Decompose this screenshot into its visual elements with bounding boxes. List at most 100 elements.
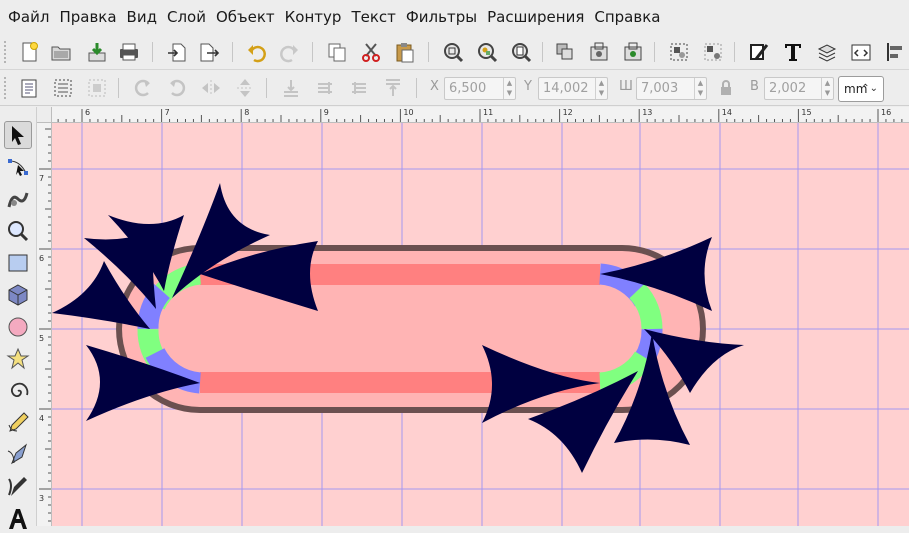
zoom-page-button[interactable] [508,39,534,65]
horizontal-ruler[interactable]: 6 7 8 9 10 11 12 13 14 15 16 [52,107,909,123]
ungroup-icon [704,43,722,61]
paste-button[interactable] [392,39,418,65]
menu-text[interactable]: Текст [347,0,401,34]
toolbar-grip[interactable] [4,41,10,63]
ungroup-button[interactable] [700,39,726,65]
layers-button[interactable] [814,39,840,65]
print-button[interactable] [116,39,142,65]
y-spin-arrows[interactable]: ▲ ▼ [595,78,607,99]
zoom-selection-button[interactable] [440,39,466,65]
selector-tool[interactable] [4,121,32,149]
select-all-layers-button[interactable] [50,75,76,101]
raise-to-top-icon [386,79,400,96]
flip-horizontal-button[interactable] [198,75,224,101]
ruler-label: 5 [39,334,44,343]
ruler-label: 16 [881,108,891,117]
spiral-tool[interactable] [4,377,32,405]
vertical-ruler[interactable]: 7 6 5 4 3 [37,123,52,526]
toolbar-grip[interactable] [4,77,10,99]
fill-stroke-icon [750,44,769,60]
zoom-tool[interactable] [4,217,32,245]
flip-vertical-button[interactable] [232,75,258,101]
height-spin-arrows[interactable]: ▲ ▼ [821,78,833,99]
import-file-button[interactable] [164,39,190,65]
zoom-icon [8,221,29,242]
ellipse-tool[interactable] [4,313,32,341]
raise-button[interactable] [346,75,372,101]
unit-select[interactable]: mm ⌃⌄ [838,76,884,102]
menu-view[interactable]: Вид [123,0,163,34]
x-input[interactable]: 6,500 ▲ ▼ [444,77,516,100]
export-button[interactable] [196,39,222,65]
width-value: 7,003 [641,81,679,96]
import-button[interactable] [84,39,110,65]
select-all-icon [21,79,37,98]
tool-controls-toolbar: X 6,500 ▲ ▼ Y 14,002 ▲ ▼ Ш 7,003 ▲ ▼ В 2,002 ▲ ▼… [0,70,909,106]
rotate-ccw-button[interactable] [130,75,156,101]
drawing-svg[interactable] [52,123,909,526]
menu-path[interactable]: Контур [281,0,348,34]
deselect-icon [88,79,106,97]
unlink-clone-button[interactable] [620,39,646,65]
rectangle-icon [8,254,28,272]
lower-to-bottom-button[interactable] [278,75,304,101]
spiral-icon [10,382,29,397]
rotate-ccw-icon [134,79,150,97]
duplicate-button[interactable] [552,39,578,65]
group-icon [670,43,688,61]
align-distribute-button[interactable] [882,39,908,65]
select-all-button[interactable] [16,75,42,101]
node-tool[interactable] [4,153,32,181]
menu-edit[interactable]: Правка [55,0,122,34]
width-spin-arrows[interactable]: ▲ ▼ [694,78,706,99]
tweak-tool[interactable] [4,185,32,213]
menu-extensions[interactable]: Расширения [483,0,590,34]
copy-button[interactable] [324,39,350,65]
ruler-label: 10 [403,108,413,117]
open-button[interactable] [48,39,74,65]
lower-button[interactable] [312,75,338,101]
calligraphy-icon [8,477,27,496]
menu-layer[interactable]: Слой [163,0,212,34]
menu-filters[interactable]: Фильтры [402,0,483,34]
height-input[interactable]: 2,002 ▲ ▼ [764,77,834,100]
drawing-canvas[interactable] [52,123,909,526]
copy-icon [328,43,346,62]
menu-help[interactable]: Справка [590,0,666,34]
3d-box-tool[interactable] [4,281,32,309]
printer-icon [120,43,138,61]
raise-to-top-button[interactable] [380,75,406,101]
calligraphy-tool[interactable] [4,473,32,501]
width-input[interactable]: 7,003 ▲ ▼ [636,77,707,100]
lock-proportions-button[interactable] [713,75,739,101]
undo-button[interactable] [244,39,270,65]
ruler-label: 12 [563,108,573,117]
zoom-drawing-button[interactable] [474,39,500,65]
open-icon [51,46,71,61]
group-button[interactable] [666,39,692,65]
redo-button[interactable] [276,39,302,65]
deselect-button[interactable] [84,75,110,101]
menu-object[interactable]: Объект [212,0,281,34]
y-input[interactable]: 14,002 ▲ ▼ [538,77,608,100]
clone-button[interactable] [586,39,612,65]
new-document-button[interactable] [16,39,42,65]
pen-icon [7,443,28,465]
star-tool[interactable] [4,345,32,373]
menu-file[interactable]: Файл [4,0,55,34]
rotate-cw-icon [170,79,186,97]
text-font-button[interactable] [780,39,806,65]
unlink-clone-icon [624,42,642,61]
pen-tool[interactable] [4,441,32,469]
text-tool[interactable] [4,505,32,533]
fill-stroke-button[interactable] [746,39,772,65]
pencil-tool[interactable] [4,409,32,437]
x-spin-arrows[interactable]: ▲ ▼ [503,78,515,99]
cut-button[interactable] [358,39,384,65]
height-label: В [750,79,759,94]
ruler-label: 4 [39,414,44,423]
rectangle-tool[interactable] [4,249,32,277]
rotate-cw-button[interactable] [164,75,190,101]
xml-editor-button[interactable] [848,39,874,65]
raise-icon [352,82,366,94]
